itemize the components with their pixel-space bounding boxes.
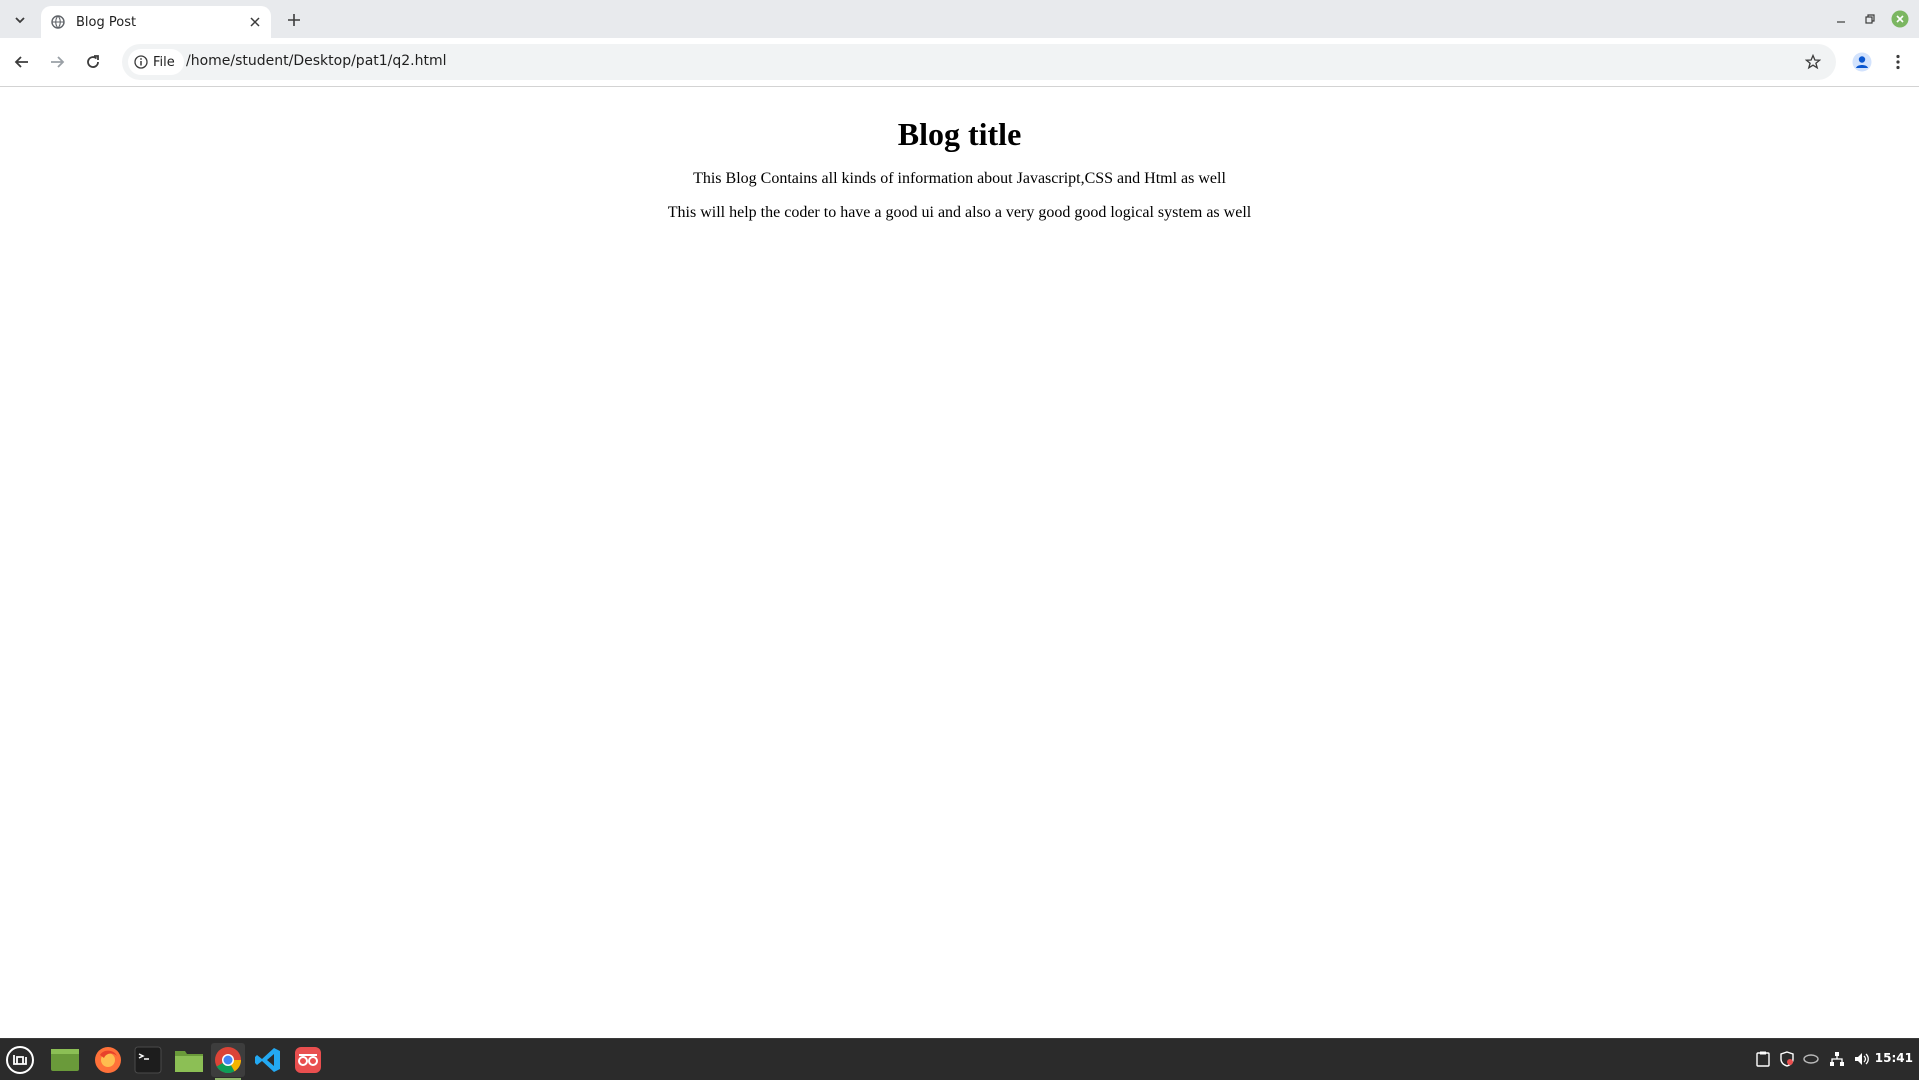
restore-button[interactable] [1859, 8, 1881, 30]
close-tab-button[interactable] [245, 12, 265, 32]
reload-icon [87, 55, 99, 68]
files-button[interactable] [172, 1043, 206, 1077]
files-icon [175, 1051, 203, 1072]
network-adapter-icon [1803, 1054, 1819, 1064]
blog-paragraph: This Blog Contains all kinds of informat… [693, 170, 1226, 187]
shield-tray[interactable] [1778, 1049, 1796, 1069]
firefox-icon [95, 1047, 121, 1073]
tab-blog-post[interactable]: Blog Post [41, 6, 271, 38]
mint-menu-button[interactable] [3, 1043, 37, 1077]
terminal-icon [134, 1046, 162, 1074]
show-desktop-button[interactable] [48, 1043, 82, 1077]
star-icon [1805, 54, 1821, 70]
forward-button[interactable] [43, 48, 71, 76]
network-adapter-tray[interactable] [1802, 1049, 1820, 1069]
minimize-button[interactable] [1830, 8, 1852, 30]
tab-strip: Blog Post [0, 0, 1919, 38]
close-window-icon [1891, 10, 1909, 28]
firefox-button[interactable] [91, 1043, 125, 1077]
menu-button[interactable] [1884, 48, 1912, 76]
vscode-button[interactable] [251, 1043, 285, 1077]
browser-toolbar: File /home/student/Desktop/pat1/q2.html [0, 38, 1919, 87]
clipboard-tray[interactable] [1754, 1049, 1772, 1069]
remote-viewer-button[interactable] [291, 1043, 325, 1077]
site-info-label: File [153, 54, 175, 70]
terminal-button[interactable] [131, 1043, 165, 1077]
plus-icon [288, 14, 300, 26]
address-bar[interactable]: File /home/student/Desktop/pat1/q2.html [122, 44, 1836, 80]
globe-icon [50, 14, 66, 30]
remote-viewer-icon [295, 1047, 321, 1073]
page-content: Blog title This Blog Contains all kinds … [0, 87, 1919, 1038]
network-icon [1830, 1052, 1844, 1066]
profile-button[interactable] [1848, 48, 1876, 76]
back-button[interactable] [8, 48, 36, 76]
minimize-icon [1837, 21, 1845, 23]
vscode-icon [255, 1048, 280, 1072]
shield-icon [1780, 1051, 1794, 1067]
chrome-button[interactable] [211, 1043, 245, 1080]
close-icon [250, 17, 260, 27]
browser-window: Blog Post File /home/student/Desktop/pat… [0, 0, 1919, 1038]
mint-menu-icon [6, 1046, 34, 1074]
arrow-right-icon [51, 56, 65, 68]
blog-title: Blog title [897, 116, 1022, 152]
clock[interactable]: 15:41 [1875, 1051, 1913, 1065]
close-window-button[interactable] [1889, 8, 1911, 30]
clipboard-icon [1756, 1051, 1770, 1067]
bookmark-button[interactable] [1802, 51, 1824, 73]
volume-tray[interactable] [1853, 1049, 1871, 1069]
tab-title: Blog Post [76, 14, 137, 30]
url-text[interactable]: /home/student/Desktop/pat1/q2.html [186, 53, 447, 69]
show-desktop-icon [51, 1049, 79, 1071]
more-vert-icon [1896, 54, 1900, 70]
taskbar: 15:41 [0, 1038, 1919, 1080]
reload-button[interactable] [79, 48, 107, 76]
chevron-down-icon [15, 17, 25, 24]
tab-search-button[interactable] [6, 6, 34, 34]
volume-icon [1855, 1053, 1869, 1065]
network-tray[interactable] [1828, 1049, 1846, 1069]
arrow-left-icon [14, 56, 28, 68]
profile-icon [1852, 52, 1872, 72]
info-icon [134, 55, 148, 69]
new-tab-button[interactable] [280, 6, 308, 34]
restore-icon [1865, 14, 1875, 24]
chrome-icon [215, 1047, 242, 1074]
blog-paragraph: This will help the coder to have a good … [667, 204, 1252, 221]
site-info-chip[interactable]: File [128, 49, 184, 75]
